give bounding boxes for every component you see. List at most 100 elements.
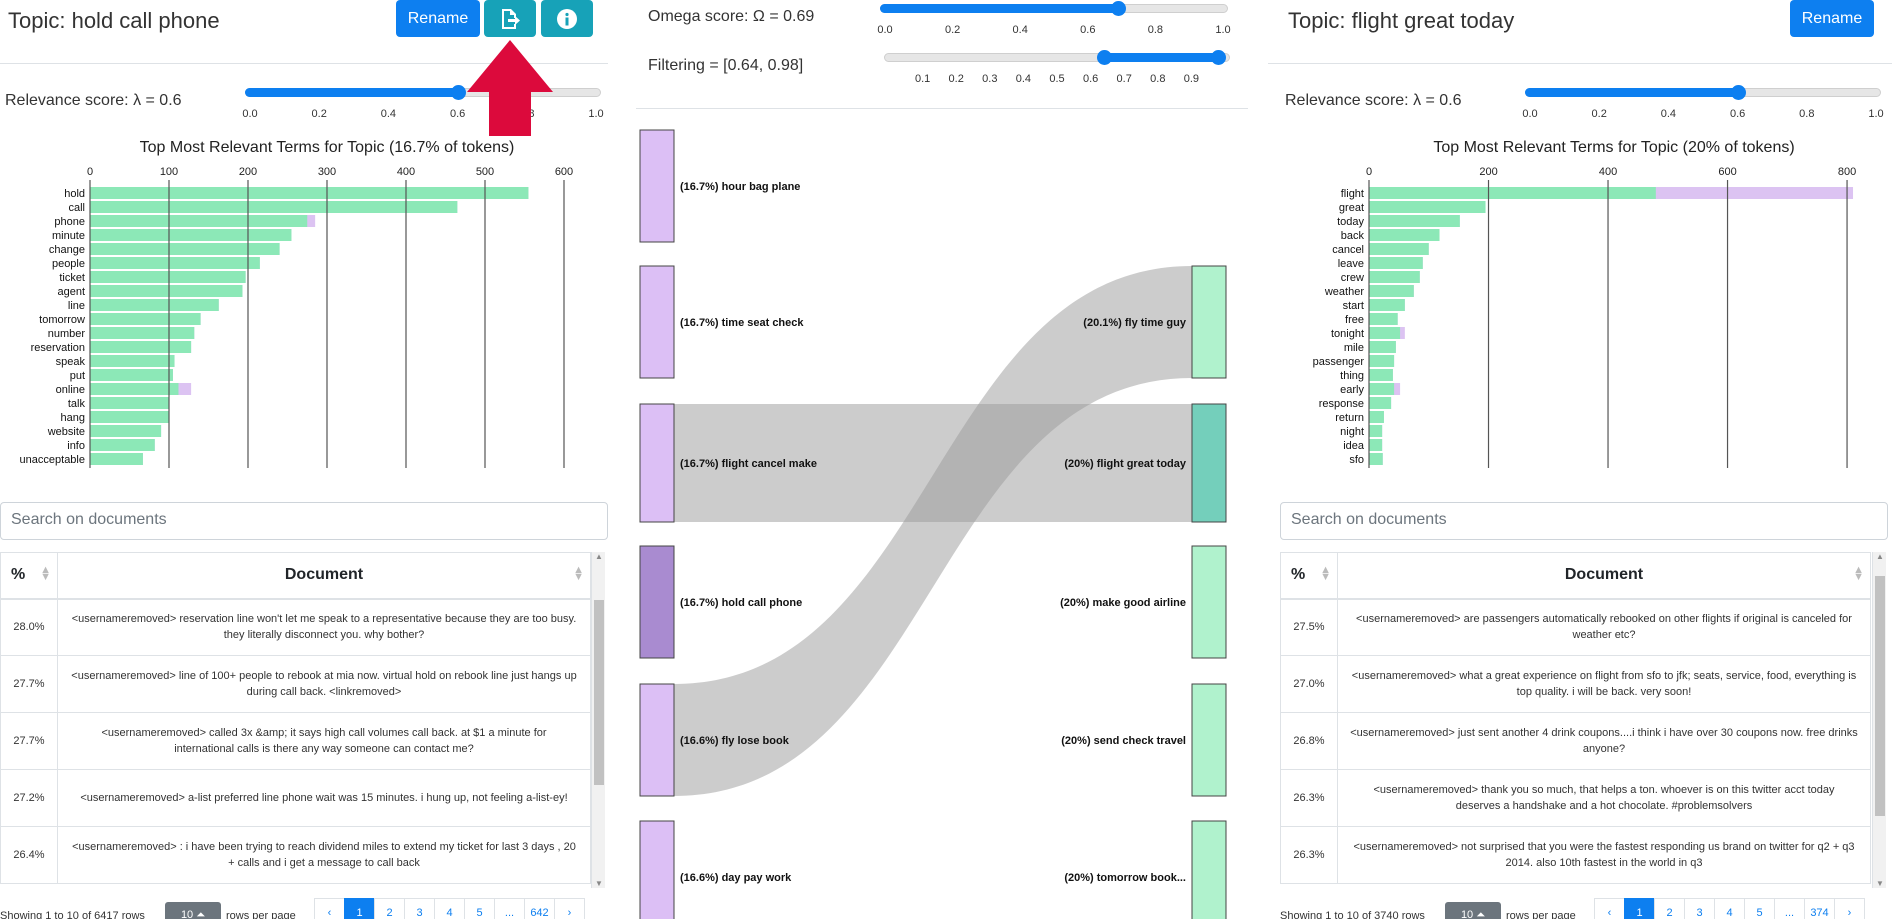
table-row[interactable]: 27.0% <usernameremoved> what a great expe…: [1280, 655, 1871, 713]
right-relevance-label: Relevance score: λ = 0.6: [1285, 92, 1462, 109]
bar-topic: [90, 383, 179, 395]
right-table-scrollbar[interactable]: ▲ ▼: [1872, 552, 1886, 888]
table-row[interactable]: 26.3% <usernameremoved> not surprised tha…: [1280, 826, 1871, 884]
sort-icon[interactable]: ▲ ▼: [1320, 565, 1331, 583]
scroll-down-icon[interactable]: ▼: [1873, 879, 1887, 888]
page-link[interactable]: ›: [1834, 898, 1865, 919]
table-row[interactable]: 26.4% <usernameremoved> : i have been try…: [0, 826, 591, 884]
left-rename-button[interactable]: Rename: [396, 0, 480, 37]
scroll-thumb[interactable]: [1875, 576, 1885, 816]
scroll-down-icon[interactable]: ▼: [592, 879, 606, 888]
sankey-right-node[interactable]: [1191, 545, 1227, 659]
table-row[interactable]: 27.5% <usernameremoved> are passengers au…: [1280, 598, 1871, 656]
slider-fill: [1525, 88, 1738, 97]
sankey-left-node[interactable]: [639, 545, 675, 659]
export-button[interactable]: [484, 0, 536, 37]
table-row[interactable]: 27.7% <usernameremoved> line of 100+ peop…: [0, 655, 591, 713]
slider-tick-label: 0.0: [242, 108, 258, 120]
right-documents-table: % ▲ ▼ Document ▲ ▼ 27.5% <usernameremoved> ar…: [1280, 552, 1871, 884]
sankey-left-node[interactable]: [639, 403, 675, 523]
sankey-link[interactable]: [674, 266, 1192, 796]
right-rows-per-page-dropdown[interactable]: 10 ⏶: [1445, 902, 1501, 919]
page-link[interactable]: ...: [1774, 898, 1805, 919]
sort-icon[interactable]: ▲ ▼: [1853, 565, 1864, 583]
left-document-search-input[interactable]: Search on documents: [0, 502, 608, 540]
slider-ticks: 0.1 0.2 0.3 0.4 0.5 0.6 0.7 0.8 0.9: [884, 73, 1230, 87]
sankey-right-node[interactable]: [1191, 683, 1227, 797]
document-column-header[interactable]: Document ▲ ▼: [1337, 552, 1871, 600]
table-row[interactable]: 28.0% <usernameremoved> reservation line …: [0, 598, 591, 656]
left-table-scrollbar[interactable]: ▲ ▼: [591, 552, 605, 888]
page-link[interactable]: ‹: [314, 898, 345, 919]
document-column-header[interactable]: Document ▲ ▼: [57, 552, 591, 600]
scroll-up-icon[interactable]: ▲: [1873, 552, 1887, 561]
bar-topic: [90, 327, 195, 339]
left-rows-per-page-dropdown[interactable]: 10 ⏶: [165, 902, 221, 919]
sankey-left-node[interactable]: [639, 820, 675, 919]
page-link[interactable]: 2: [374, 898, 405, 919]
bar-topic: [1369, 355, 1395, 367]
slider-tick-label: 0.7: [1116, 73, 1132, 85]
page-link[interactable]: ‹: [1594, 898, 1625, 919]
page-link[interactable]: 374: [1804, 898, 1835, 919]
pct-column-header[interactable]: % ▲ ▼: [0, 552, 58, 600]
slider-tick-label: 0.4: [380, 108, 397, 120]
slider-handle-max[interactable]: [1211, 50, 1227, 65]
page-link[interactable]: 5: [1744, 898, 1775, 919]
page-link[interactable]: 1: [344, 898, 375, 919]
bar-topic: [1369, 397, 1392, 409]
sort-icon[interactable]: ▲ ▼: [40, 565, 51, 583]
filter-range-slider[interactable]: 0.1 0.2 0.3 0.4 0.5 0.6 0.7 0.8 0.9: [884, 50, 1230, 93]
scroll-thumb[interactable]: [594, 600, 604, 785]
page-link[interactable]: 4: [434, 898, 465, 919]
right-document-search-input[interactable]: Search on documents: [1280, 502, 1888, 540]
slider-ticks: 0.0 0.2 0.4 0.6 0.8 1.0: [1522, 108, 1883, 122]
slider-tick-label: 0.0: [1522, 108, 1538, 120]
term-label: sfo: [1349, 454, 1364, 466]
page-link[interactable]: 1: [1624, 898, 1655, 919]
slider-handle-min[interactable]: [1097, 50, 1113, 65]
table-row[interactable]: 27.7% <usernameremoved> called 3x &amp; i…: [0, 712, 591, 770]
page-link[interactable]: 4: [1714, 898, 1745, 919]
slider-handle[interactable]: [1111, 1, 1127, 16]
sankey-right-node[interactable]: [1191, 820, 1227, 919]
sankey-left-node[interactable]: [639, 265, 675, 379]
page-link[interactable]: 3: [1684, 898, 1715, 919]
left-topic-title: Topic: hold call phone: [8, 8, 220, 33]
term-label: back: [1341, 230, 1365, 242]
sort-icon[interactable]: ▲ ▼: [573, 565, 584, 583]
scroll-up-icon[interactable]: ▲: [592, 552, 606, 561]
table-row[interactable]: 26.3% <usernameremoved> thank you so much…: [1280, 769, 1871, 827]
row-pct: 27.5%: [1280, 598, 1338, 656]
right-relevance-slider[interactable]: 0.0 0.2 0.4 0.6 0.8 1.0: [1522, 85, 1884, 128]
sankey-left-node[interactable]: [639, 683, 675, 797]
table-row[interactable]: 27.2% <usernameremoved> a-list preferred …: [0, 769, 591, 827]
divider: [636, 108, 1248, 109]
sankey-right-node[interactable]: [1191, 265, 1227, 379]
sankey-right-node[interactable]: [1191, 403, 1227, 523]
pct-column-header[interactable]: % ▲ ▼: [1280, 552, 1338, 600]
row-pct: 27.0%: [1280, 655, 1338, 713]
table-row[interactable]: 26.8% <usernameremoved> just sent another…: [1280, 712, 1871, 770]
right-rename-button[interactable]: Rename: [1790, 0, 1874, 37]
page-link[interactable]: 5: [464, 898, 495, 919]
page-link[interactable]: 642: [524, 898, 555, 919]
page-link[interactable]: ...: [494, 898, 525, 919]
term-label: passenger: [1313, 356, 1365, 368]
omega-slider[interactable]: 0.0 0.2 0.4 0.6 0.8 1.0: [877, 1, 1231, 44]
slider-handle[interactable]: [450, 85, 466, 100]
slider-ticks: 0.0 0.2 0.4 0.6 0.8 1.0: [877, 24, 1230, 38]
chart-title: Top Most Relevant Terms for Topic (20% o…: [1433, 140, 1794, 156]
sankey-node-label: (20%) flight great today: [1064, 458, 1187, 470]
sankey-left-node[interactable]: [639, 129, 675, 243]
info-button[interactable]: [541, 0, 593, 37]
bar-topic: [1369, 327, 1401, 339]
slider-handle[interactable]: [1730, 85, 1746, 100]
page-link[interactable]: 3: [404, 898, 435, 919]
bar-topic: [1369, 229, 1440, 241]
bar-topic: [90, 285, 243, 297]
page-link[interactable]: 2: [1654, 898, 1685, 919]
page-link[interactable]: ›: [554, 898, 585, 919]
bar-topic: [1369, 215, 1460, 227]
term-label: minute: [52, 230, 85, 242]
